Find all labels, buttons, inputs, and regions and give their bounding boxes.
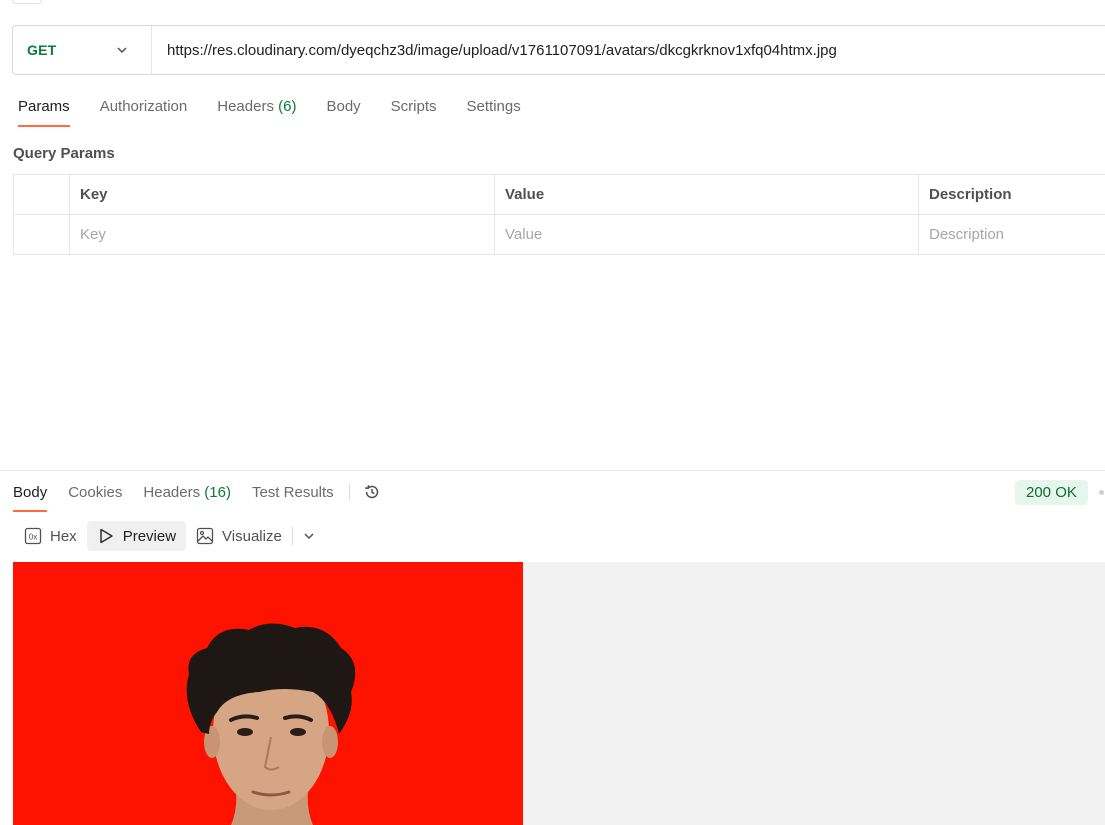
method-selector[interactable]: GET [13, 26, 152, 74]
url-input[interactable]: https://res.cloudinary.com/dyeqchz3d/ima… [152, 42, 1105, 59]
status-badge[interactable]: 200 OK [1015, 480, 1088, 505]
tab-response-body[interactable]: Body [13, 484, 48, 512]
table-row: Key Value Description [13, 214, 1105, 255]
svg-text:0x: 0x [29, 533, 37, 542]
response-tabs: Body Cookies Headers (16) Test Results [13, 482, 382, 513]
tab-response-headers[interactable]: Headers (16) [143, 484, 231, 512]
row-checkbox-cell[interactable] [13, 214, 70, 255]
response-view-modes: 0x Hex Preview Visualize [14, 521, 319, 551]
portrait-photo [186, 623, 356, 825]
preview-label: Preview [122, 527, 177, 545]
top-window-control [12, 0, 42, 4]
play-icon [99, 528, 113, 544]
request-bar: GET https://res.cloudinary.com/dyeqchz3d… [12, 25, 1105, 75]
visualize-dropdown[interactable] [299, 526, 319, 546]
table-header-row: Key Value Description [13, 174, 1105, 215]
query-params-title: Query Params [13, 145, 115, 162]
tab-authorization[interactable]: Authorization [100, 98, 188, 127]
tab-headers[interactable]: Headers (6) [217, 98, 296, 127]
key-input[interactable]: Key [69, 214, 495, 255]
hex-label: Hex [50, 527, 77, 545]
preview-button[interactable]: Preview [86, 521, 187, 551]
visualize-button[interactable]: Visualize [186, 521, 292, 551]
chevron-down-icon [304, 533, 314, 540]
tab-params[interactable]: Params [18, 98, 70, 127]
chevron-down-icon [117, 47, 127, 54]
visualize-label: Visualize [222, 527, 282, 545]
divider [348, 483, 350, 501]
query-params-table: Key Value Description Key Value Descript… [13, 174, 1105, 255]
response-divider[interactable] [0, 470, 1105, 471]
response-image-preview [13, 562, 523, 825]
checkbox-column-header [13, 174, 70, 215]
more-indicator [1099, 490, 1104, 495]
preview-background [523, 562, 1105, 825]
image-icon [196, 527, 214, 545]
hex-icon: 0x [24, 527, 42, 545]
response-headers-count: (16) [204, 483, 231, 501]
divider [291, 527, 293, 545]
key-column-header: Key [69, 174, 495, 215]
hex-button[interactable]: 0x Hex [14, 521, 87, 551]
headers-count: (6) [278, 98, 297, 115]
tab-scripts[interactable]: Scripts [391, 98, 437, 127]
tab-cookies[interactable]: Cookies [68, 484, 122, 512]
method-label: GET [27, 42, 57, 58]
request-tabs: Params Authorization Headers (6) Body Sc… [18, 98, 551, 127]
value-column-header: Value [494, 174, 919, 215]
description-input[interactable]: Description [918, 214, 1105, 255]
tab-settings[interactable]: Settings [467, 98, 521, 127]
history-icon[interactable] [362, 482, 382, 502]
tab-body[interactable]: Body [326, 98, 360, 127]
value-input[interactable]: Value [494, 214, 919, 255]
tab-test-results[interactable]: Test Results [252, 484, 334, 512]
description-column-header: Description [918, 174, 1105, 215]
